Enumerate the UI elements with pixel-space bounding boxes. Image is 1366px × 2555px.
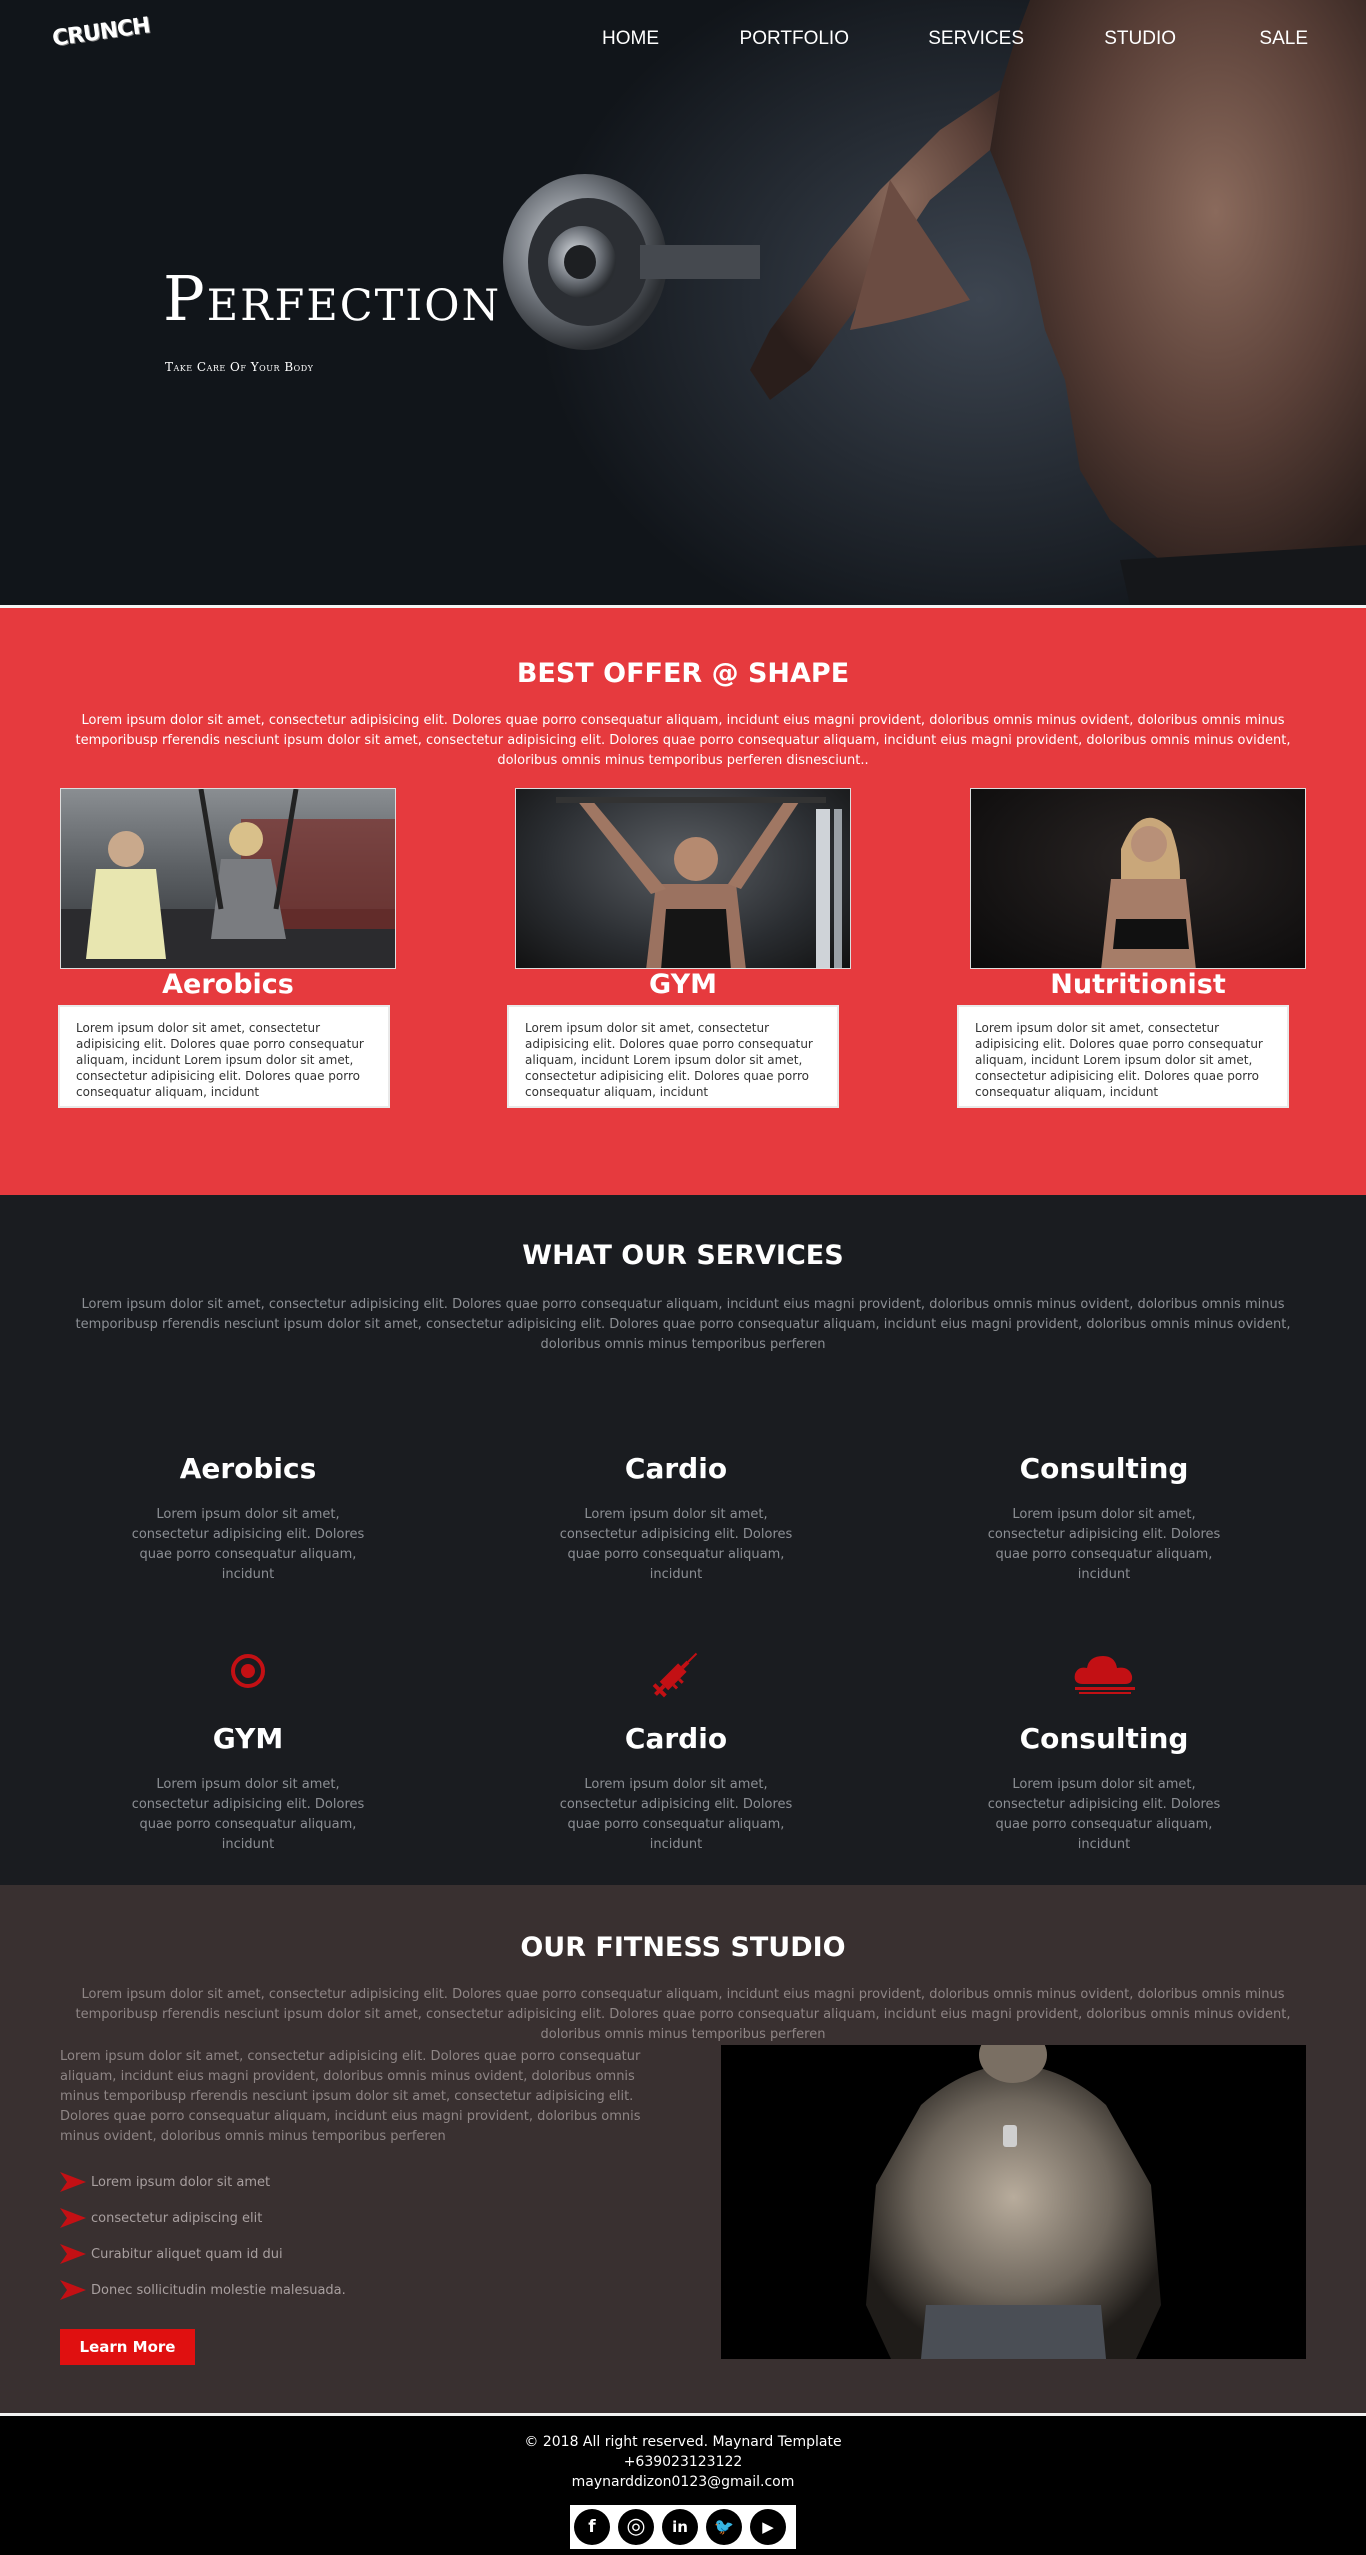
service-item: Cardio Lorem ipsum dolor sit amet, conse… xyxy=(466,1722,886,1855)
service-item: Consulting Lorem ipsum dolor sit amet, c… xyxy=(894,1452,1314,1585)
service-title: Consulting xyxy=(1019,1452,1189,1485)
email-address[interactable]: maynarddizon0123@gmail.com xyxy=(0,2474,1366,2490)
learn-more-button[interactable]: Learn More xyxy=(60,2329,195,2365)
service-title: GYM xyxy=(212,1722,284,1755)
list-item-label: Lorem ipsum dolor sit amet xyxy=(91,2175,271,2190)
aerobics-image xyxy=(60,788,396,969)
service-item: GYM Lorem ipsum dolor sit amet, consecte… xyxy=(38,1722,458,1855)
offer-section: BEST OFFER @ SHAPE Lorem ipsum dolor sit… xyxy=(0,608,1366,1195)
instagram-icon[interactable]: ◎ xyxy=(618,2509,654,2545)
service-text: Lorem ipsum dolor sit amet, consectetur … xyxy=(131,1507,365,1582)
hero-athlete-image xyxy=(503,0,1366,605)
offer-card-title: Aerobics xyxy=(162,969,294,1000)
offer-card-text: Lorem ipsum dolor sit amet, consectetur … xyxy=(58,1005,390,1108)
hero-title: Perfection xyxy=(163,262,502,335)
service-text: Lorem ipsum dolor sit amet, consectetur … xyxy=(987,1507,1221,1582)
twitter-icon[interactable]: 🐦 xyxy=(706,2509,742,2545)
arrow-right-icon xyxy=(60,2280,86,2300)
linkedin-icon[interactable]: in xyxy=(662,2509,698,2545)
nav-services[interactable]: SERVICES xyxy=(928,28,1024,50)
social-links: f ◎ in 🐦 ▶ xyxy=(570,2505,796,2549)
nav-home[interactable]: HOME xyxy=(602,28,659,50)
service-text: Lorem ipsum dolor sit amet, consectetur … xyxy=(131,1777,365,1852)
studio-paragraph: Lorem ipsum dolor sit amet, consectetur … xyxy=(60,2049,641,2144)
service-title: Cardio xyxy=(624,1722,728,1755)
target-icon xyxy=(231,1654,265,1688)
service-title: Consulting xyxy=(1019,1722,1189,1755)
studio-text: Lorem ipsum dolor sit amet, consectetur … xyxy=(75,1987,1291,2042)
offer-card-title: GYM xyxy=(649,969,717,1000)
offer-title: BEST OFFER @ SHAPE xyxy=(516,658,850,689)
service-item: Aerobics Lorem ipsum dolor sit amet, con… xyxy=(38,1452,458,1585)
nav-sale[interactable]: SALE xyxy=(1259,28,1308,50)
phone-number: +639023123122 xyxy=(623,2454,743,2470)
brand-logo[interactable]: CRUNCH xyxy=(51,10,151,70)
nav-studio[interactable]: STUDIO xyxy=(1104,28,1176,50)
hero-subtitle: Take Care Of Your Body xyxy=(165,360,314,374)
syringe-icon xyxy=(652,1652,698,1698)
service-text: Lorem ipsum dolor sit amet, consectetur … xyxy=(987,1777,1221,1852)
nav-portfolio[interactable]: PORTFOLIO xyxy=(740,28,849,50)
service-text: Lorem ipsum dolor sit amet, consectetur … xyxy=(559,1507,793,1582)
offer-card-text: Lorem ipsum dolor sit amet, consectetur … xyxy=(957,1005,1289,1108)
nutritionist-image xyxy=(970,788,1306,969)
arrow-right-icon xyxy=(60,2208,86,2228)
offer-text: Lorem ipsum dolor sit amet, consectetur … xyxy=(75,713,1291,768)
service-item: Cardio Lorem ipsum dolor sit amet, conse… xyxy=(466,1452,886,1585)
services-text: Lorem ipsum dolor sit amet, consectetur … xyxy=(75,1297,1291,1352)
youtube-icon[interactable]: ▶ xyxy=(750,2509,786,2545)
offer-card-title: Nutritionist xyxy=(1050,969,1226,1000)
hero-banner: CRUNCH HOME PORTFOLIO SERVICES STUDIO SA… xyxy=(0,0,1366,605)
cloud-icon xyxy=(1074,1656,1135,1694)
facebook-icon[interactable]: f xyxy=(574,2509,610,2545)
service-title: Cardio xyxy=(624,1452,728,1485)
offer-card-text: Lorem ipsum dolor sit amet, consectetur … xyxy=(507,1005,839,1108)
list-item-label: Donec sollicitudin molestie malesuada. xyxy=(91,2283,346,2298)
arrow-right-icon xyxy=(60,2244,86,2264)
services-section: WHAT OUR SERVICES Lorem ipsum dolor sit … xyxy=(0,1195,1366,1885)
services-title: WHAT OUR SERVICES xyxy=(522,1240,844,1271)
gym-image xyxy=(515,788,851,969)
service-title: Aerobics xyxy=(179,1452,317,1485)
studio-title: OUR FITNESS STUDIO xyxy=(520,1932,846,1963)
service-text: Lorem ipsum dolor sit amet, consectetur … xyxy=(559,1777,793,1852)
logo-text: CRUNCH xyxy=(50,13,152,52)
service-item: Consulting Lorem ipsum dolor sit amet, c… xyxy=(894,1722,1314,1855)
studio-image xyxy=(721,2045,1306,2359)
list-item-label: consectetur adipiscing elit xyxy=(91,2211,263,2226)
arrow-right-icon xyxy=(60,2172,86,2192)
list-item-label: Curabitur aliquet quam id dui xyxy=(91,2247,283,2262)
copyright-text: © 2018 All right reserved. Maynard Templ… xyxy=(524,2434,842,2450)
